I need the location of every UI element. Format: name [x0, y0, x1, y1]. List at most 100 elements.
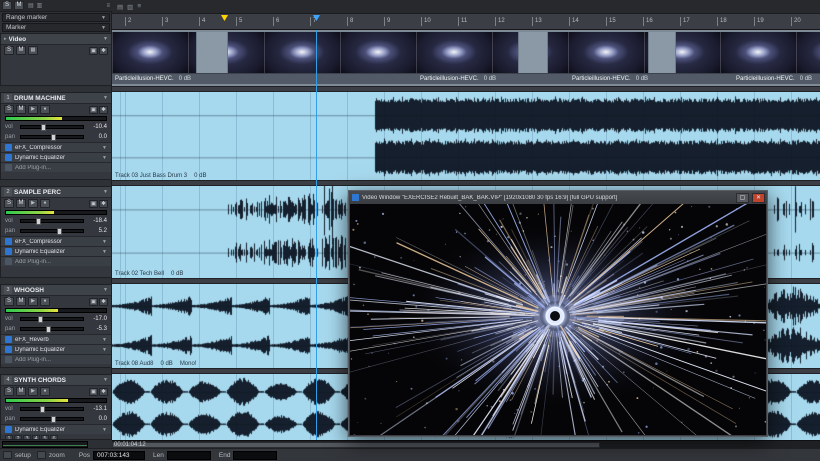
zoom-icon[interactable] — [37, 451, 46, 459]
plugin-slot[interactable]: Dynamic Equalizer ▼ — [1, 152, 111, 162]
add-plugin-slot[interactable]: Add Plug-in... — [1, 256, 111, 266]
track-header-1[interactable]: 1 DRUM MACHINE ▼ S M ▶ ● ▣ ✱ vol -10.4 p… — [0, 92, 112, 180]
chevron-down-icon[interactable]: ▼ — [103, 36, 108, 42]
pan-slider[interactable] — [20, 417, 84, 421]
add-plugin-slot[interactable]: Add Plug-in... — [1, 162, 111, 172]
video-track-header[interactable]: ▸ Video ▼ S M ▦ ▣ ✱ — [0, 33, 112, 86]
plugin-slot[interactable]: Dynamic Equalizer ▼ — [1, 424, 111, 434]
output-button[interactable]: 2 — [14, 435, 22, 440]
track-name-bar[interactable]: ▸ Video ▼ — [1, 34, 111, 45]
lock-icon[interactable]: ▣ — [89, 200, 98, 208]
chevron-down-icon[interactable]: ▼ — [103, 377, 108, 383]
chevron-down-icon[interactable]: ▼ — [102, 347, 107, 353]
record-icon[interactable]: ● — [40, 387, 50, 396]
plugin-slot[interactable]: Dynamic Equalizer ▼ — [1, 344, 111, 354]
list-icon[interactable]: ≡ — [137, 3, 141, 10]
audio-clip-waveform-track1[interactable] — [112, 92, 820, 178]
volume-slider[interactable] — [20, 125, 84, 129]
rows-icon[interactable]: ▥ — [37, 2, 43, 9]
volume-slider[interactable] — [20, 407, 84, 411]
mute-button[interactable]: M — [16, 297, 26, 306]
track-name-bar[interactable]: 3 WHOOSH ▼ — [1, 285, 111, 296]
volume-slider[interactable] — [20, 317, 84, 321]
track-name-bar[interactable]: 2 SAMPLE PERC ▼ — [1, 187, 111, 198]
len-field[interactable] — [167, 451, 211, 460]
pos-field[interactable]: 007:03:143 — [93, 451, 145, 460]
maximize-button[interactable]: ▢ — [736, 193, 749, 203]
lock-icon[interactable]: ▣ — [89, 47, 98, 55]
chevron-down-icon[interactable]: ▼ — [102, 249, 107, 255]
solo-button[interactable]: S — [4, 46, 14, 55]
record-icon[interactable]: ● — [40, 105, 50, 114]
pan-slider[interactable] — [20, 229, 84, 233]
solo-button[interactable]: S — [4, 387, 14, 396]
close-button[interactable]: ✕ — [752, 193, 765, 203]
playhead-line[interactable] — [316, 30, 317, 440]
chevron-down-icon[interactable]: ▼ — [102, 145, 107, 151]
star-icon[interactable]: ✱ — [99, 388, 108, 396]
end-field[interactable] — [233, 451, 277, 460]
chevron-down-icon[interactable]: ▼ — [102, 155, 107, 161]
track-header-4[interactable]: 4 SYNTH CHORDS ▼ S M ▶ ● ▣ ✱ vol -13.1 p… — [0, 374, 112, 440]
master-mute-button[interactable]: M — [14, 1, 24, 10]
master-solo-button[interactable]: S — [2, 1, 12, 10]
plugin-slot[interactable]: eFX_Compressor ▼ — [1, 236, 111, 246]
zoom-label[interactable]: zoom — [49, 452, 65, 459]
lock-icon[interactable]: ▣ — [89, 298, 98, 306]
output-button[interactable]: 4 — [32, 435, 40, 440]
marker-select[interactable]: Marker ▼ — [2, 23, 110, 32]
output-button[interactable]: 3 — [23, 435, 31, 440]
record-icon[interactable]: ● — [40, 297, 50, 306]
monitor-icon[interactable]: ▶ — [28, 105, 38, 114]
add-plugin-slot[interactable]: Add Plug-in... — [1, 354, 111, 364]
star-icon[interactable]: ✱ — [99, 200, 108, 208]
grid-icon[interactable]: ▤ — [117, 3, 123, 11]
track-name-bar[interactable]: 1 DRUM MACHINE ▼ — [1, 93, 111, 104]
volume-slider[interactable] — [20, 219, 84, 223]
chevron-down-icon[interactable]: ▼ — [103, 189, 108, 195]
mute-button[interactable]: M — [16, 46, 26, 55]
monitor-icon[interactable]: ▶ — [28, 297, 38, 306]
list-icon[interactable]: ≡ — [106, 3, 110, 9]
chevron-down-icon[interactable]: ▼ — [102, 337, 107, 343]
film-icon[interactable]: ▦ — [28, 46, 38, 55]
arrangement-overview[interactable] — [2, 441, 88, 448]
solo-button[interactable]: S — [4, 297, 14, 306]
plugin-slot[interactable]: eFX_Compressor ▼ — [1, 142, 111, 152]
setup-icon[interactable] — [3, 451, 12, 459]
chevron-down-icon[interactable]: ▼ — [102, 239, 107, 245]
video-window-titlebar[interactable]: Video Window "EXERCISE2 Rebuilt_BAK_BAK.… — [349, 191, 767, 204]
track-header-3[interactable]: 3 WHOOSH ▼ S M ▶ ● ▣ ✱ vol -17.0 pan — [0, 284, 112, 368]
track-name-bar[interactable]: 4 SYNTH CHORDS ▼ — [1, 375, 111, 386]
track-header-2[interactable]: 2 SAMPLE PERC ▼ S M ▶ ● ▣ ✱ vol -18.4 pa… — [0, 186, 112, 278]
monitor-icon[interactable]: ▶ — [28, 387, 38, 396]
pan-slider[interactable] — [20, 327, 84, 331]
star-icon[interactable]: ✱ — [99, 106, 108, 114]
plugin-slot[interactable]: Dynamic Equalizer ▼ — [1, 246, 111, 256]
record-icon[interactable]: ● — [40, 199, 50, 208]
range-marker-select[interactable]: Range marker ▼ — [2, 13, 110, 22]
video-track-lane[interactable]: Particleillusion-HEVC.0 dB Particleillus… — [112, 30, 820, 86]
chevron-down-icon[interactable]: ▼ — [103, 287, 108, 293]
timeline-ruler[interactable]: 234567891011121314151617181920 — [112, 14, 820, 30]
lock-icon[interactable]: ▣ — [89, 106, 98, 114]
rows-icon[interactable]: ▥ — [127, 3, 133, 11]
output-button[interactable]: 5 — [41, 435, 49, 440]
solo-button[interactable]: S — [4, 199, 14, 208]
chevron-down-icon[interactable]: ▼ — [103, 95, 108, 101]
grid-icon[interactable]: ▤ — [28, 2, 34, 9]
plugin-slot[interactable]: eFX_Reverb ▼ — [1, 334, 111, 344]
video-window[interactable]: Video Window "EXERCISE2 Rebuilt_BAK_BAK.… — [348, 190, 768, 437]
mute-button[interactable]: M — [16, 199, 26, 208]
horizontal-scrollbar[interactable]: 00:01:04:12 — [112, 440, 820, 448]
output-button[interactable]: 1 — [5, 435, 13, 440]
audio-lane-1[interactable]: Track 03 Just Bass Drum 30 dB — [112, 92, 820, 180]
mute-button[interactable]: M — [16, 105, 26, 114]
chevron-down-icon[interactable]: ▼ — [102, 427, 107, 433]
monitor-icon[interactable]: ▶ — [28, 199, 38, 208]
setup-label[interactable]: setup — [15, 452, 31, 459]
pan-slider[interactable] — [20, 135, 84, 139]
output-button[interactable]: 6 — [50, 435, 58, 440]
star-icon[interactable]: ✱ — [99, 298, 108, 306]
lock-icon[interactable]: ▣ — [89, 388, 98, 396]
